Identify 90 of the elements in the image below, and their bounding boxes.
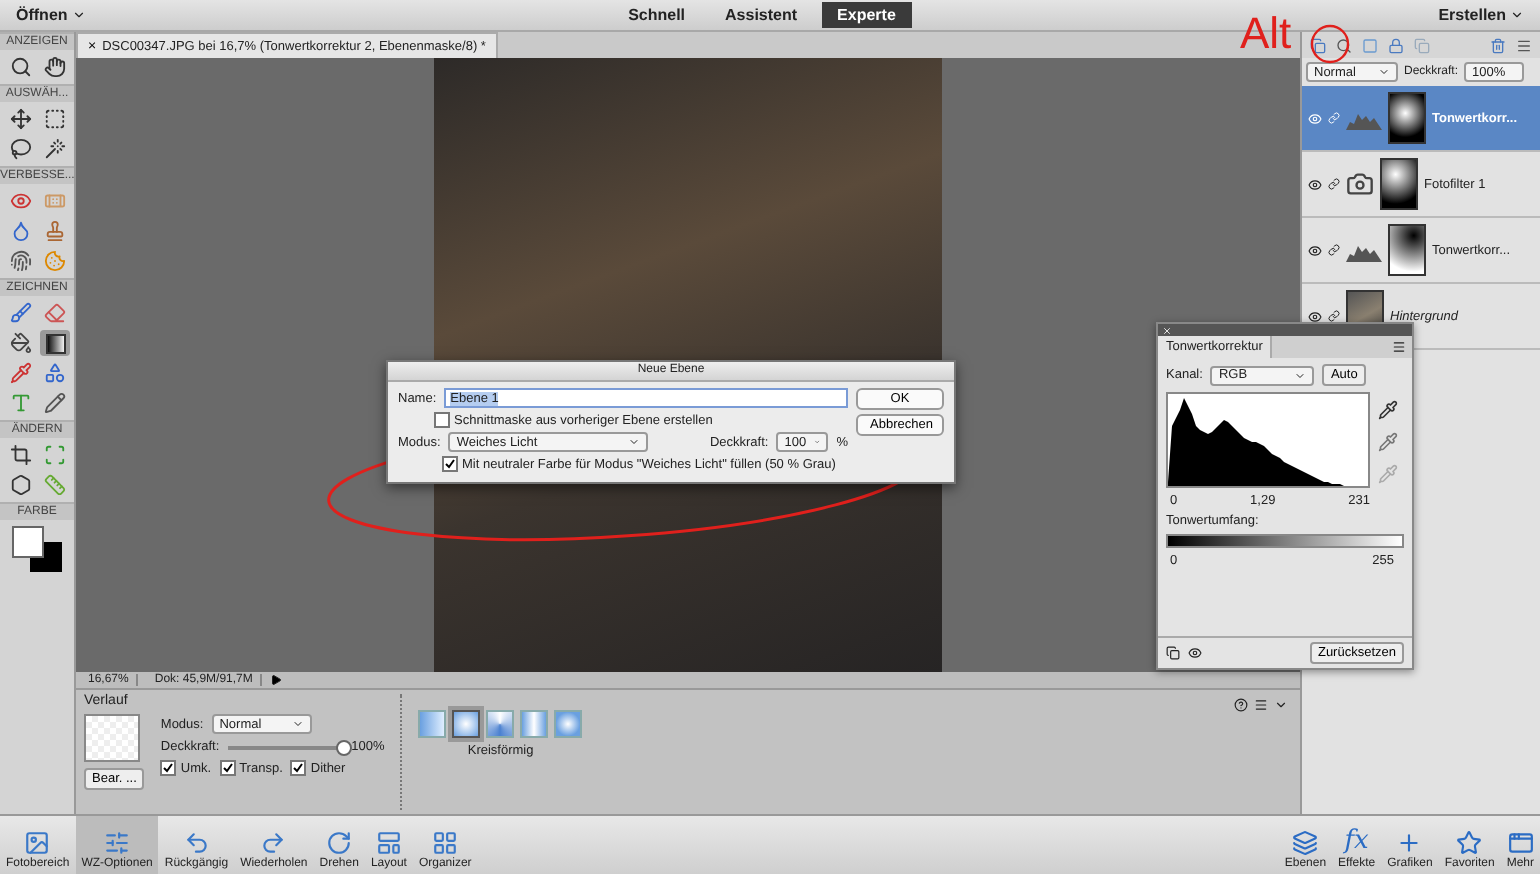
caret-icon: [1510, 8, 1524, 22]
crop-icon: [10, 444, 32, 466]
help-icon[interactable]: [1234, 698, 1248, 712]
paint-bucket-icon: [10, 332, 32, 354]
mask-thumbnail: [1388, 224, 1426, 276]
annotation-label: Alt: [1240, 8, 1292, 60]
tool-button[interactable]: [6, 330, 36, 356]
plus-icon: [1396, 830, 1423, 856]
undo-icon: [183, 830, 210, 856]
ruler-icon: [44, 474, 66, 496]
layers-icon: [1292, 830, 1319, 856]
menu-icon[interactable]: [1392, 340, 1406, 354]
link-icon: [1328, 178, 1340, 190]
tool-button[interactable]: [40, 330, 70, 356]
mask-thumbnail: [1388, 92, 1426, 144]
rotate-icon: [326, 830, 353, 856]
annotation-circle: [1310, 24, 1350, 64]
shapes-icon: [44, 362, 66, 384]
caret-icon: [291, 718, 304, 730]
eye-icon: [10, 190, 32, 212]
wand-icon: [44, 138, 66, 160]
tool-button[interactable]: [40, 54, 70, 80]
menu-icon[interactable]: [1516, 37, 1532, 53]
grid-icon: [432, 830, 459, 856]
trash-icon[interactable]: [1490, 37, 1506, 53]
tool-button[interactable]: [40, 106, 70, 132]
tool-button[interactable]: [6, 54, 36, 80]
link-icon: [1328, 112, 1340, 124]
image-icon: [24, 830, 51, 856]
tool-button[interactable]: [6, 106, 36, 132]
color-swatches-drawing[interactable]: [11, 526, 63, 574]
checkmark-icon: [221, 762, 234, 774]
gradient-type-button[interactable]: [452, 710, 481, 738]
hexagon-icon: [10, 474, 32, 496]
caret-icon: [628, 436, 641, 448]
caret-icon: [1294, 369, 1307, 381]
sliders-icon: [104, 830, 131, 856]
tool-button[interactable]: [40, 136, 70, 162]
eye-icon[interactable]: [1308, 243, 1322, 257]
open-menu[interactable]: Öffnen: [12, 6, 90, 24]
eye-icon[interactable]: [1308, 177, 1322, 191]
menu-icon[interactable]: [1254, 698, 1268, 712]
mode-tab[interactable]: Schnell: [612, 2, 702, 28]
droplet-icon: [10, 220, 32, 242]
fingerprint-icon: [10, 250, 32, 272]
play-icon[interactable]: [270, 674, 283, 686]
checkmark-icon: [162, 762, 175, 774]
eraser-icon: [44, 302, 66, 324]
pencil-icon: [44, 392, 66, 414]
stamp-icon: [44, 220, 66, 242]
slider-thumb[interactable]: [335, 739, 352, 755]
cookie-icon: [44, 250, 66, 272]
search-icon: [10, 56, 32, 78]
tool-button[interactable]: [6, 442, 36, 468]
hand-icon: [44, 56, 66, 78]
search-icon[interactable]: [1336, 37, 1352, 53]
mask-thumbnail: [1380, 158, 1418, 210]
layout-icon: [375, 830, 402, 856]
caret-icon: [71, 8, 86, 22]
scan-icon: [44, 444, 66, 466]
mode-tab[interactable]: Experte: [821, 2, 912, 28]
link-icon: [1328, 244, 1340, 256]
eye-icon[interactable]: [1308, 309, 1322, 323]
link-icon: [1328, 310, 1340, 322]
eyedropper-icon: [10, 362, 32, 384]
tool-button[interactable]: [6, 136, 36, 162]
gradient-icon: [45, 333, 65, 353]
fx-icon: fx: [1344, 828, 1369, 856]
gradient-type-button[interactable]: [486, 710, 515, 738]
move-icon: [10, 108, 32, 130]
gradient-preview[interactable]: [84, 714, 140, 762]
dashed-square-icon: [44, 108, 66, 130]
camera-icon: [1346, 170, 1374, 198]
caret-icon: [1378, 66, 1390, 78]
window-icon: [1507, 830, 1534, 856]
star-icon: [1456, 830, 1483, 856]
lasso-icon: [10, 138, 32, 160]
redo-icon: [260, 830, 287, 856]
lock-icon[interactable]: [1388, 37, 1404, 53]
chevron-down-icon[interactable]: [1274, 698, 1288, 712]
brush-icon: [10, 302, 32, 324]
text-tool-icon: [10, 392, 32, 414]
mode-tab[interactable]: Assistent: [709, 2, 814, 28]
create-menu[interactable]: Erstellen: [1434, 6, 1528, 24]
checkmark-icon: [292, 762, 305, 774]
bandage-icon: [44, 190, 66, 212]
eye-icon[interactable]: [1188, 646, 1202, 660]
eyedropper-icon[interactable]: [1378, 400, 1398, 420]
checkmark-icon: [444, 458, 456, 470]
tool-button[interactable]: [6, 472, 36, 498]
